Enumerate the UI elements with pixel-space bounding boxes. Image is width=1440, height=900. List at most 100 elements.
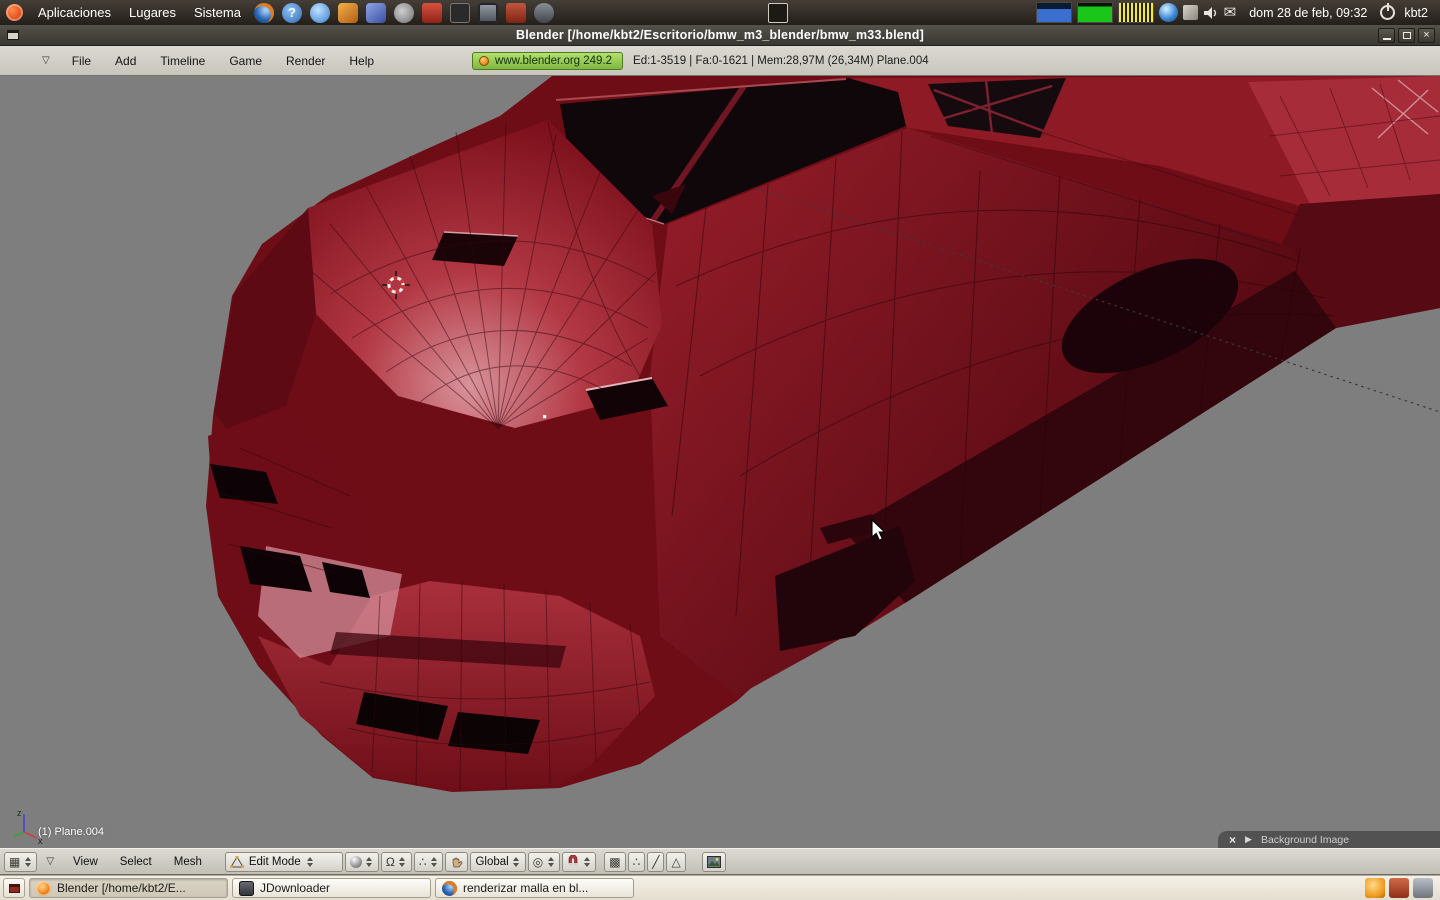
task-label: JDownloader (260, 881, 330, 895)
header-collapse-icon[interactable]: ▽ (46, 856, 54, 867)
help-menu[interactable]: Help (337, 54, 386, 68)
manipulator-toggle-button[interactable] (445, 852, 468, 872)
stepper-icon (365, 854, 374, 870)
stepper-icon (582, 854, 591, 870)
firefox-icon[interactable] (254, 3, 274, 23)
view3d-header: ▦ ▽ View Select Mesh Edit Mode Ω ∴ Globa… (0, 848, 1440, 875)
frequency-monitor-applet[interactable] (1118, 2, 1154, 23)
archive-icon[interactable] (506, 3, 526, 23)
task-blender[interactable]: Blender [/home/kbt2/E... (29, 878, 228, 898)
select-menu[interactable]: Select (109, 856, 163, 868)
panel-expand-icon[interactable]: ▶ (1245, 834, 1252, 845)
edit-mode-icon (230, 856, 244, 868)
trash-icon[interactable] (1413, 878, 1433, 898)
volume-icon[interactable] (1203, 6, 1219, 20)
occlude-icon: ▩ (609, 856, 620, 868)
screenshot-tool-icon[interactable] (768, 3, 788, 23)
tablet-icon[interactable] (1183, 5, 1198, 20)
blender-icon (36, 881, 51, 896)
system-tray: ✉ dom 28 de feb, 09:32 kbt2 (1036, 2, 1440, 23)
close-button[interactable]: × (1418, 28, 1435, 43)
memory-monitor-applet[interactable] (1077, 2, 1113, 23)
mail-icon[interactable]: ✉ (1224, 5, 1237, 20)
clock[interactable]: dom 28 de feb, 09:32 (1241, 6, 1375, 20)
task-firefox[interactable]: renderizar malla en bl... (435, 878, 634, 898)
software-channel-icon[interactable] (1389, 878, 1409, 898)
applications-menu-label: Aplicaciones (38, 5, 111, 20)
window-title-bar[interactable]: Blender [/home/kbt2/Escritorio/bmw_m3_bl… (0, 25, 1440, 46)
update-notifier-icon[interactable] (1365, 878, 1385, 898)
orientation-dropdown[interactable]: Global (470, 852, 525, 872)
taskbar: Blender [/home/kbt2/E... JDownloader ren… (0, 875, 1440, 900)
blender-info-header: ▽ File Add Timeline Game Render Help www… (0, 46, 1440, 76)
window-list-icon (9, 884, 20, 893)
editor-type-button[interactable]: ▦ (4, 852, 37, 872)
snap-dropdown[interactable] (562, 852, 596, 872)
dots-icon: ∴ (419, 856, 427, 868)
window-list-button[interactable] (3, 878, 25, 898)
stepper-icon (23, 854, 32, 870)
render-preview-button[interactable] (702, 852, 726, 872)
mode-dropdown[interactable]: Edit Mode (225, 852, 343, 872)
package-icon[interactable] (422, 3, 442, 23)
mesh-menu[interactable]: Mesh (163, 856, 213, 868)
face-select-button[interactable]: △ (666, 852, 685, 872)
minimize-button[interactable] (1378, 28, 1395, 43)
stepper-icon (429, 854, 438, 870)
power-icon[interactable] (1380, 5, 1395, 20)
places-menu[interactable]: Lugares (120, 0, 185, 25)
viewport-canvas: z x (0, 76, 1440, 848)
scene-stats: Ed:1-3519 | Fa:0-1621 | Mem:28,97M (26,3… (633, 55, 929, 67)
game-menu[interactable]: Game (217, 54, 274, 68)
viewport-3d[interactable]: z x (1) Plane.004 × ▶ Background Image (0, 76, 1440, 848)
jdownloader-icon (239, 881, 254, 896)
view-menu[interactable]: View (62, 856, 109, 868)
task-label: Blender [/home/kbt2/E... (57, 881, 186, 895)
edge-icon: ╱ (652, 856, 659, 868)
maximize-icon (1403, 32, 1411, 39)
edge-select-button[interactable]: ╱ (647, 852, 664, 872)
stepper-icon (306, 854, 315, 870)
system-menu-label: Sistema (194, 5, 241, 20)
header-collapse-icon[interactable]: ▽ (42, 55, 50, 66)
magnet-icon (567, 855, 579, 868)
cpu-monitor-applet[interactable] (1036, 2, 1072, 23)
music-icon[interactable] (338, 3, 358, 23)
help-icon[interactable]: ? (282, 3, 302, 23)
task-jdownloader[interactable]: JDownloader (232, 878, 431, 898)
file-menu[interactable]: File (60, 54, 103, 68)
blender-version-badge[interactable]: www.blender.org 249.2 (472, 52, 623, 70)
terminal-icon[interactable] (450, 3, 470, 23)
panel-close-icon[interactable]: × (1229, 835, 1236, 845)
active-object-info: (1) Plane.004 (38, 826, 104, 838)
timeline-menu[interactable]: Timeline (148, 54, 217, 68)
add-menu[interactable]: Add (103, 54, 148, 68)
close-icon: × (1423, 30, 1429, 40)
proportional-edit-dropdown[interactable]: ◎ (528, 852, 560, 872)
sphere-icon (350, 856, 362, 868)
draw-type-dropdown[interactable] (345, 852, 379, 872)
render-menu[interactable]: Render (274, 54, 337, 68)
selected-vertex (543, 415, 546, 418)
maximize-button[interactable] (1398, 28, 1415, 43)
car-model (206, 76, 1440, 792)
camera-icon[interactable] (534, 3, 554, 23)
gimp-icon[interactable] (394, 3, 414, 23)
system-menu[interactable]: Sistema (185, 0, 250, 25)
applications-menu[interactable]: Aplicaciones (29, 0, 120, 25)
ubuntu-logo-icon[interactable] (6, 4, 23, 21)
occlude-selection-button[interactable]: ▩ (604, 852, 625, 872)
taskbar-tray (1365, 878, 1437, 898)
user-label[interactable]: kbt2 (1400, 6, 1434, 20)
orientation-label: Global (475, 856, 508, 868)
graphics-icon[interactable] (366, 3, 386, 23)
window-title: Blender [/home/kbt2/Escritorio/bmw_m3_bl… (0, 28, 1440, 42)
network-icon[interactable] (1159, 3, 1178, 22)
chat-icon[interactable] (310, 3, 330, 23)
manipulator-dropdown[interactable]: ∴ (414, 852, 444, 872)
vertex-select-button[interactable]: ∴ (628, 852, 646, 872)
background-image-panel: × ▶ Background Image (1218, 831, 1440, 848)
video-icon[interactable] (478, 3, 498, 23)
pivot-dropdown[interactable]: Ω (381, 852, 412, 872)
pivot-icon: Ω (386, 856, 395, 868)
